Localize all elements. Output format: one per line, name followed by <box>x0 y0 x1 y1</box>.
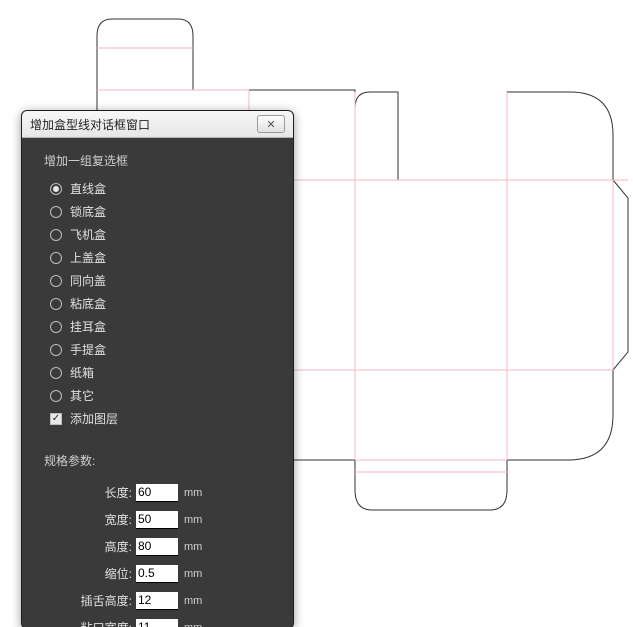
option-row[interactable]: 上盖盒 <box>50 246 281 269</box>
options-section-title: 增加一组复选框 <box>44 152 281 169</box>
option-row[interactable]: 纸箱 <box>50 361 281 384</box>
param-input[interactable] <box>136 484 178 502</box>
option-label: 飞机盒 <box>70 226 106 243</box>
radio-icon[interactable] <box>50 275 62 287</box>
box-type-options: 直线盒锁底盒飞机盒上盖盒同向盖粘底盒挂耳盒手提盒纸箱其它添加图层 <box>50 177 281 430</box>
param-unit: mm <box>184 487 202 499</box>
param-unit: mm <box>184 514 202 526</box>
radio-icon[interactable] <box>50 206 62 218</box>
close-icon: ✕ <box>266 118 275 131</box>
param-input[interactable] <box>136 538 178 556</box>
add-box-line-dialog: 增加盒型线对话框窗口 ✕ 增加一组复选框 直线盒锁底盒飞机盒上盖盒同向盖粘底盒挂… <box>21 110 294 627</box>
params-section-title: 规格参数: <box>34 452 281 469</box>
radio-icon[interactable] <box>50 252 62 264</box>
option-row[interactable]: 其它 <box>50 384 281 407</box>
dialog-title: 增加盒型线对话框窗口 <box>30 116 257 133</box>
params-list: 长度: mm 宽度: mm 高度: mm 缩位: mm 插舌高度: mm 粘口宽度: mm <box>44 479 281 627</box>
option-label: 其它 <box>70 387 94 404</box>
option-row[interactable]: 挂耳盒 <box>50 315 281 338</box>
dialog-titlebar[interactable]: 增加盒型线对话框窗口 ✕ <box>22 111 293 138</box>
param-row: 粘口宽度: mm <box>44 614 281 627</box>
radio-icon[interactable] <box>50 183 62 195</box>
option-row[interactable]: 添加图层 <box>50 407 281 430</box>
param-label: 粘口宽度: <box>44 619 136 627</box>
param-label: 长度: <box>44 484 136 501</box>
option-label: 添加图层 <box>70 410 118 427</box>
option-row[interactable]: 粘底盒 <box>50 292 281 315</box>
option-label: 直线盒 <box>70 180 106 197</box>
param-row: 长度: mm <box>44 479 281 506</box>
param-row: 插舌高度: mm <box>44 587 281 614</box>
option-label: 锁底盒 <box>70 203 106 220</box>
option-label: 同向盖 <box>70 272 106 289</box>
option-row[interactable]: 手提盒 <box>50 338 281 361</box>
param-unit: mm <box>184 568 202 580</box>
param-row: 宽度: mm <box>44 506 281 533</box>
radio-icon[interactable] <box>50 229 62 241</box>
dialog-body: 增加一组复选框 直线盒锁底盒飞机盒上盖盒同向盖粘底盒挂耳盒手提盒纸箱其它添加图层… <box>22 138 293 627</box>
option-row[interactable]: 同向盖 <box>50 269 281 292</box>
param-label: 高度: <box>44 538 136 555</box>
radio-icon[interactable] <box>50 390 62 402</box>
radio-icon[interactable] <box>50 344 62 356</box>
option-row[interactable]: 直线盒 <box>50 177 281 200</box>
param-unit: mm <box>184 595 202 607</box>
option-row[interactable]: 锁底盒 <box>50 200 281 223</box>
param-input[interactable] <box>136 592 178 610</box>
option-label: 上盖盒 <box>70 249 106 266</box>
radio-icon[interactable] <box>50 367 62 379</box>
param-unit: mm <box>184 541 202 553</box>
option-label: 挂耳盒 <box>70 318 106 335</box>
param-row: 缩位: mm <box>44 560 281 587</box>
radio-icon[interactable] <box>50 321 62 333</box>
close-button[interactable]: ✕ <box>257 115 285 133</box>
option-row[interactable]: 飞机盒 <box>50 223 281 246</box>
checkbox-icon[interactable] <box>50 413 62 425</box>
param-row: 高度: mm <box>44 533 281 560</box>
param-label: 宽度: <box>44 511 136 528</box>
radio-icon[interactable] <box>50 298 62 310</box>
option-label: 手提盒 <box>70 341 106 358</box>
param-input[interactable] <box>136 619 178 627</box>
param-label: 插舌高度: <box>44 592 136 609</box>
param-input[interactable] <box>136 511 178 529</box>
param-unit: mm <box>184 622 202 627</box>
option-label: 粘底盒 <box>70 295 106 312</box>
option-label: 纸箱 <box>70 364 94 381</box>
param-input[interactable] <box>136 565 178 583</box>
param-label: 缩位: <box>44 565 136 582</box>
